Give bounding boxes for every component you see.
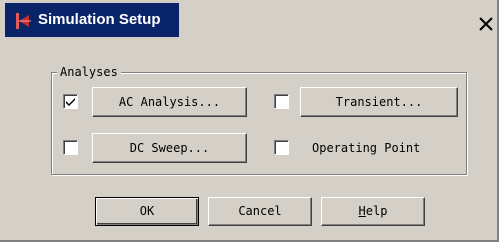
operating-point-label: Operating Point [312,141,421,155]
cancel-button[interactable]: Cancel [208,197,312,226]
analyses-group-label: Analyses [57,64,121,80]
transient-checkbox[interactable] [274,94,289,109]
checkmark-icon [66,98,75,106]
operating-point-checkbox[interactable] [274,140,289,155]
window-title: Simulation Setup [38,11,161,28]
ac-analysis-checkbox[interactable] [63,94,78,109]
ac-analysis-button[interactable]: AC Analysis... [92,87,247,117]
app-icon [14,12,32,30]
close-icon[interactable] [477,16,495,32]
help-label-rest: elp [365,204,388,218]
dc-sweep-button[interactable]: DC Sweep... [92,133,247,163]
ok-button[interactable]: OK [95,197,199,226]
title-bar[interactable]: Simulation Setup [5,3,495,37]
help-mnemonic: H [358,204,366,218]
help-button[interactable]: Help [321,197,425,226]
dc-sweep-checkbox[interactable] [63,140,78,155]
transient-button[interactable]: Transient... [300,87,458,117]
simulation-setup-dialog: Simulation Setup Analyses AC Analysis...… [0,0,499,242]
